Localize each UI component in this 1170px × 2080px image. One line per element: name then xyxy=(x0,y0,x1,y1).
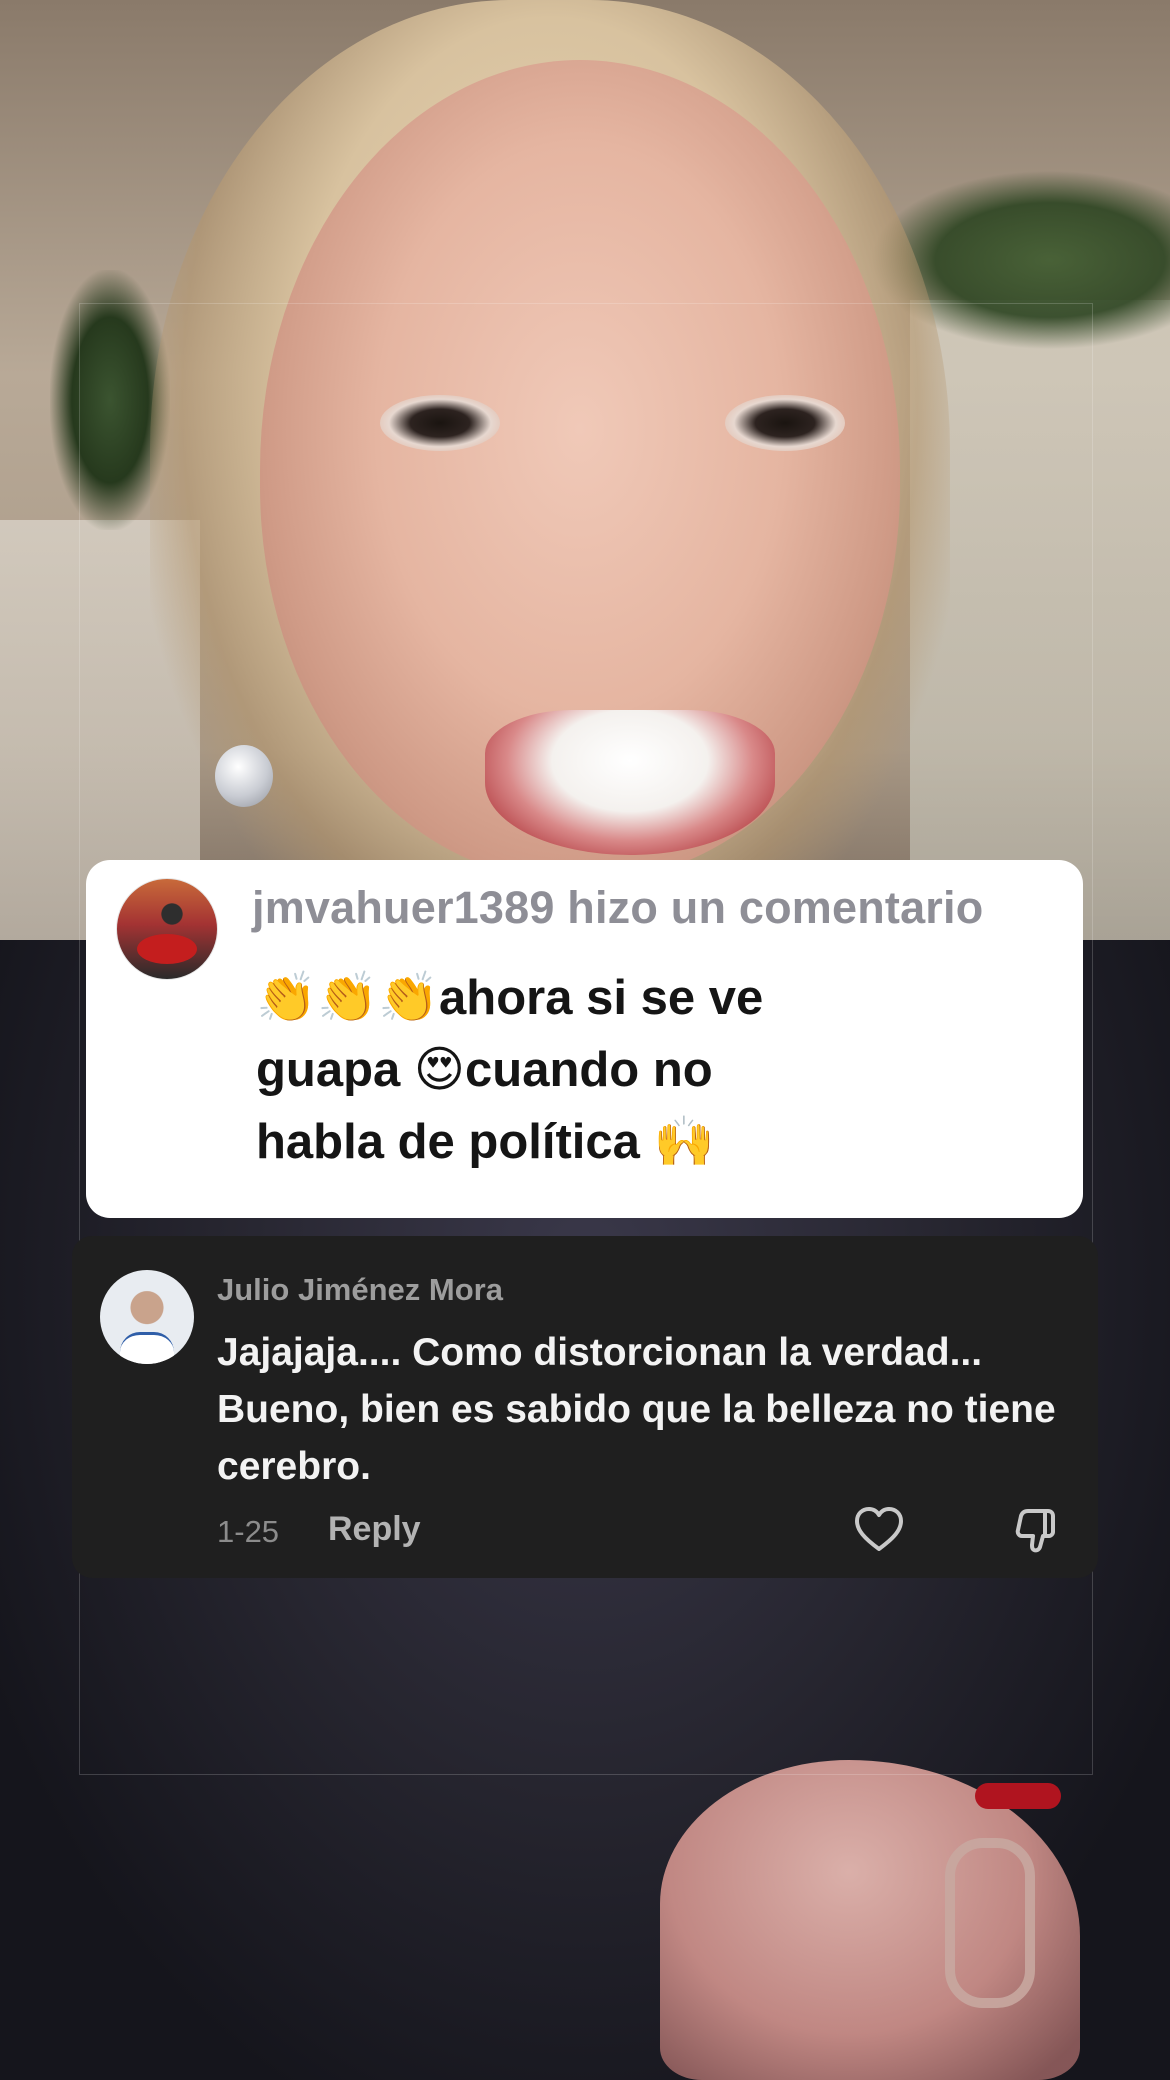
commenter-avatar[interactable] xyxy=(116,878,218,980)
comment-sticker[interactable]: jmvahuer1389 hizo un comentario 👏👏👏ahora… xyxy=(86,860,1083,1218)
reply-avatar[interactable] xyxy=(100,1270,194,1364)
reply-author-name[interactable]: Julio Jiménez Mora xyxy=(217,1272,503,1308)
raising-hands-emoji: 🙌 xyxy=(653,1113,715,1170)
heart-icon[interactable] xyxy=(852,1503,906,1557)
reply-comment-card: Julio Jiménez Mora Jajajaja.... Como dis… xyxy=(72,1236,1098,1578)
thumbs-down-icon-svg xyxy=(1015,1509,1055,1553)
sticker-action: hizo un comentario xyxy=(567,882,984,933)
motorbike-shape xyxy=(137,934,197,964)
avatar-shirt xyxy=(120,1332,174,1364)
clapping-hands-emoji: 👏👏👏 xyxy=(256,969,440,1026)
reply-comment-text: Jajajaja.... Como distorcionan la verdad… xyxy=(217,1331,1056,1488)
ring xyxy=(945,1838,1035,2008)
sticker-header: jmvahuer1389 hizo un comentario xyxy=(252,882,983,934)
sticker-line-3: habla de política 🙌 xyxy=(256,1113,715,1170)
heart-icon-svg xyxy=(855,1507,903,1551)
red-nail xyxy=(975,1783,1061,1809)
thumbs-down-icon[interactable] xyxy=(1010,1503,1064,1557)
sticker-comment-text: 👏👏👏ahora si se ve guapa 😍cuando no habla… xyxy=(256,962,1056,1178)
sticker-username[interactable]: jmvahuer1389 xyxy=(252,882,555,933)
reply-button[interactable]: Reply xyxy=(328,1510,421,1549)
sticker-line-1: 👏👏👏ahora si se ve xyxy=(256,969,764,1026)
sticker-line-2: guapa 😍cuando no xyxy=(256,1041,713,1098)
reply-date: 1-25 xyxy=(217,1514,280,1549)
heart-eyes-emoji: 😍 xyxy=(413,1041,466,1098)
